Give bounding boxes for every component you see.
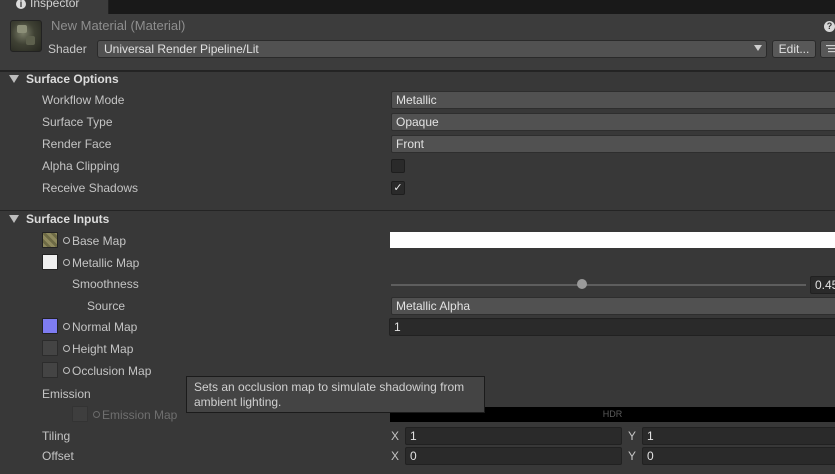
- surface-type-label: Surface Type: [42, 115, 113, 129]
- tiling-y-label: Y: [628, 429, 637, 443]
- info-icon: i: [16, 0, 26, 9]
- render-face-label: Render Face: [42, 137, 112, 151]
- metallic-map-texture-slot[interactable]: [42, 254, 58, 270]
- smoothness-slider-handle[interactable]: [577, 279, 587, 289]
- workflow-mode-value: Metallic: [396, 93, 437, 107]
- tiling-x-label: X: [391, 429, 400, 443]
- surface-type-dropdown[interactable]: Opaque: [391, 113, 835, 131]
- smoothness-value-field[interactable]: 0.45: [810, 276, 835, 294]
- tiling-x-value: 1: [410, 429, 417, 443]
- normal-map-texture-slot[interactable]: [42, 318, 58, 334]
- material-title: New Material (Material): [51, 18, 186, 33]
- foldout-arrow-icon: [9, 75, 19, 83]
- shader-value: Universal Render Pipeline/Lit: [104, 42, 259, 56]
- smoothness-value: 0.45: [815, 278, 835, 292]
- object-picker-icon[interactable]: [63, 367, 70, 374]
- normal-map-label: Normal Map: [72, 320, 138, 334]
- source-value: Metallic Alpha: [396, 299, 471, 313]
- foldout-arrow-icon: [9, 215, 19, 223]
- dropdown-arrow-icon: [754, 45, 762, 51]
- render-face-value: Front: [396, 137, 425, 151]
- smoothness-slider-track[interactable]: [391, 284, 806, 286]
- metallic-map-label: Metallic Map: [72, 256, 140, 270]
- object-picker-icon[interactable]: [63, 259, 70, 266]
- checkmark-icon: ✓: [393, 182, 403, 194]
- offset-y-label: Y: [628, 449, 637, 463]
- edit-shader-button[interactable]: Edit...: [772, 40, 816, 58]
- alpha-clipping-label: Alpha Clipping: [42, 159, 120, 173]
- tooltip: Sets an occlusion map to simulate shadow…: [186, 376, 485, 413]
- source-label: Source: [87, 299, 126, 313]
- tab-inspector[interactable]: i Inspector: [0, 0, 109, 14]
- height-map-texture-slot[interactable]: [42, 340, 58, 356]
- material-preview-thumbnail[interactable]: [10, 20, 42, 52]
- workflow-mode-label: Workflow Mode: [42, 93, 125, 107]
- surface-inputs-foldout[interactable]: Surface Inputs: [0, 211, 835, 229]
- emission-label: Emission: [42, 387, 91, 401]
- tiling-x-field[interactable]: 1: [405, 427, 622, 445]
- base-map-color-field[interactable]: [390, 232, 835, 248]
- tiling-y-value: 1: [647, 429, 654, 443]
- occlusion-map-label: Occlusion Map: [72, 364, 152, 378]
- shader-menu-button[interactable]: [820, 40, 835, 58]
- shader-label: Shader: [48, 42, 87, 56]
- emission-map-texture-slot: [72, 406, 88, 422]
- tiling-label: Tiling: [42, 429, 71, 443]
- object-picker-icon[interactable]: [63, 323, 70, 330]
- hdr-label: HDR: [602, 409, 623, 419]
- normal-map-scale-value: 1: [394, 320, 401, 334]
- surface-inputs-title: Surface Inputs: [26, 212, 110, 226]
- shader-dropdown[interactable]: Universal Render Pipeline/Lit: [97, 40, 767, 58]
- occlusion-map-texture-slot[interactable]: [42, 362, 58, 378]
- object-picker-icon[interactable]: [63, 237, 70, 244]
- help-icon[interactable]: ?: [824, 21, 835, 32]
- offset-x-field[interactable]: 0: [405, 447, 622, 465]
- tab-inspector-label: Inspector: [30, 0, 80, 10]
- workflow-mode-dropdown[interactable]: Metallic: [391, 91, 835, 109]
- surface-options-title: Surface Options: [26, 72, 119, 86]
- offset-y-value: 0: [647, 449, 654, 463]
- alpha-clipping-checkbox[interactable]: [391, 159, 405, 173]
- emission-map-label: Emission Map: [102, 408, 178, 422]
- receive-shadows-label: Receive Shadows: [42, 181, 139, 195]
- source-dropdown[interactable]: Metallic Alpha: [391, 297, 835, 315]
- offset-label: Offset: [42, 449, 74, 463]
- object-picker-icon[interactable]: [63, 345, 70, 352]
- render-face-dropdown[interactable]: Front: [391, 135, 835, 153]
- base-map-label: Base Map: [72, 234, 127, 248]
- surface-type-value: Opaque: [396, 115, 439, 129]
- smoothness-label: Smoothness: [72, 277, 139, 291]
- offset-y-field[interactable]: 0: [642, 447, 835, 465]
- base-map-texture-slot[interactable]: [42, 232, 58, 248]
- offset-x-label: X: [391, 449, 400, 463]
- receive-shadows-checkbox[interactable]: ✓: [391, 181, 405, 195]
- surface-options-foldout[interactable]: Surface Options: [0, 71, 835, 89]
- height-map-label: Height Map: [72, 342, 134, 356]
- list-icon: [826, 45, 835, 53]
- offset-x-value: 0: [410, 449, 417, 463]
- tiling-y-field[interactable]: 1: [642, 427, 835, 445]
- tab-bar: [0, 0, 835, 14]
- object-picker-icon: [93, 411, 100, 418]
- normal-map-scale-field[interactable]: 1: [389, 318, 835, 336]
